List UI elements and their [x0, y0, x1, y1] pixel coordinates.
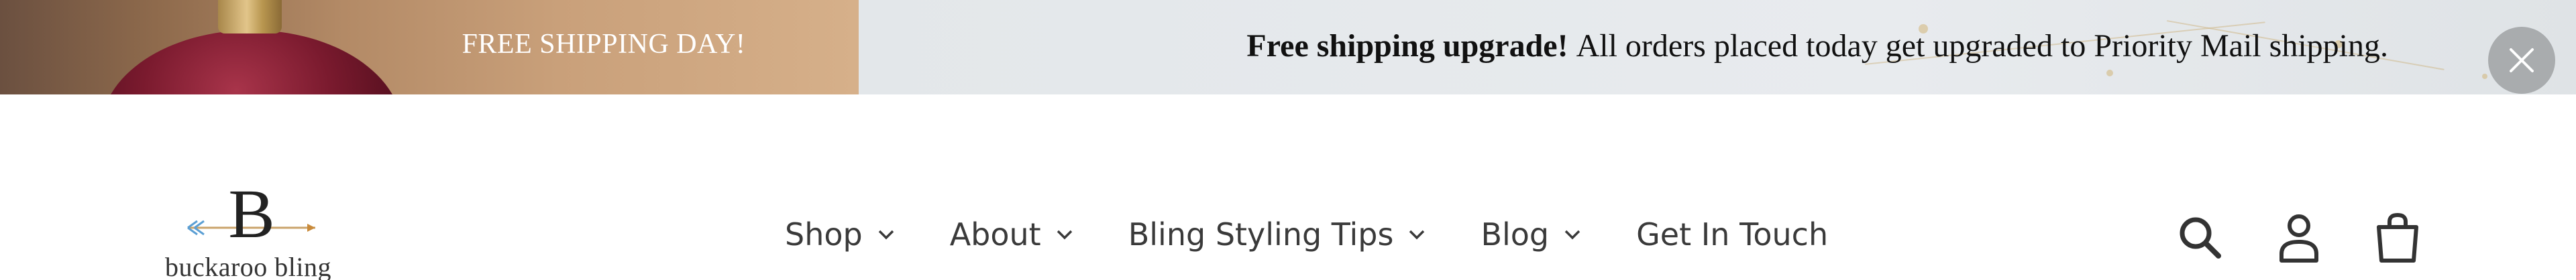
announcement-message-area: Free shipping upgrade! All orders placed…	[859, 0, 2576, 94]
chevron-down-icon	[1408, 229, 1426, 240]
logo-letter: B	[228, 181, 275, 253]
nav-item-shop[interactable]: Shop	[785, 208, 895, 261]
cart-icon	[2377, 212, 2418, 263]
announcement-image: FREE SHIPPING DAY!	[0, 0, 859, 94]
account-button[interactable]	[2272, 211, 2326, 265]
announcement-title: FREE SHIPPING DAY!	[462, 28, 746, 60]
nav-item-label: Bling Styling Tips	[1128, 216, 1394, 253]
nav-item-label: Shop	[785, 216, 863, 253]
header-icons	[2174, 204, 2424, 271]
announcement-message-text: All orders placed today get upgraded to …	[1576, 28, 2388, 64]
nav-item-get-in-touch[interactable]: Get In Touch	[1636, 208, 1828, 261]
announcement-message-bold: Free shipping upgrade!	[1246, 28, 1568, 64]
search-icon	[2180, 217, 2221, 259]
nav-item-about[interactable]: About	[950, 208, 1073, 261]
close-icon	[2510, 48, 2534, 72]
search-button[interactable]	[2174, 211, 2227, 265]
close-announcement-button[interactable]	[2488, 27, 2555, 94]
nav-item-blog[interactable]: Blog	[1481, 208, 1581, 261]
nav-item-label: Get In Touch	[1636, 216, 1829, 253]
ornament-cap	[218, 0, 282, 33]
chevron-down-icon	[877, 229, 895, 240]
chevron-down-icon	[1056, 229, 1073, 240]
announcement-bar: FREE SHIPPING DAY! Free shipping upgrade…	[0, 0, 2576, 94]
decor-sparkle	[2482, 74, 2487, 79]
account-icon	[2279, 214, 2318, 263]
chevron-down-icon	[1564, 229, 1581, 240]
cart-button[interactable]	[2371, 211, 2424, 265]
nav-item-label: About	[949, 216, 1041, 253]
site-logo[interactable]: B buckaroo bling	[141, 181, 356, 280]
main-nav: Shop About Bling Styling Tips Blog Get I…	[785, 208, 1828, 261]
ornament-image	[101, 30, 402, 94]
nav-item-bling-styling-tips[interactable]: Bling Styling Tips	[1128, 208, 1426, 261]
announcement-message: Free shipping upgrade! All orders placed…	[859, 0, 2388, 92]
logo-text: buckaroo bling	[164, 252, 332, 280]
nav-item-label: Blog	[1481, 216, 1550, 253]
